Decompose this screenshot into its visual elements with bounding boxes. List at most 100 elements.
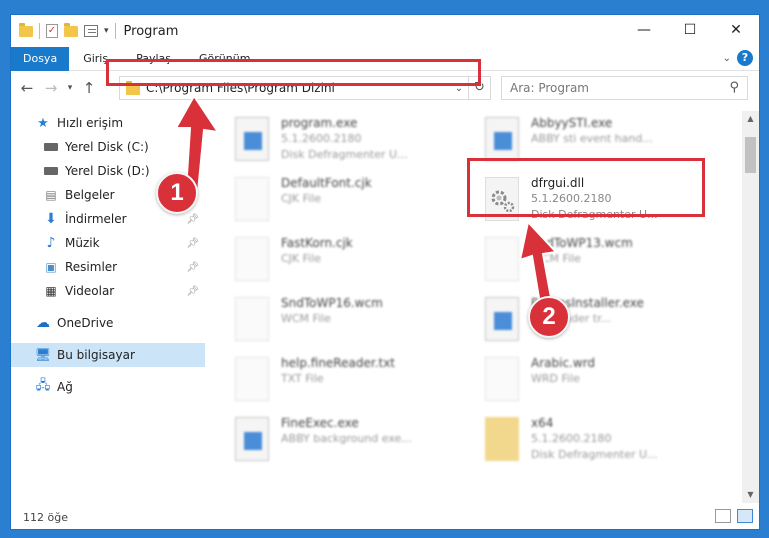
file-detail: ABBY background exe... (281, 432, 412, 445)
step-badge-1: 1 (156, 172, 198, 214)
sidebar-item-onedrive[interactable]: ☁ OneDrive (11, 311, 205, 335)
window-title: Program (123, 23, 179, 39)
forward-arrow-icon[interactable]: → (39, 79, 63, 97)
file-item[interactable]: SndToWP16.wcm WCM File (235, 293, 485, 349)
file-detail: TXT File (281, 372, 324, 385)
close-button[interactable]: ✕ (713, 15, 759, 45)
file-icon (235, 237, 269, 281)
file-detail: CJK File (281, 252, 322, 265)
file-name: Arabic.wrd (531, 356, 596, 370)
file-name: DefaultFont.cjk (281, 176, 372, 190)
drive-icon (43, 163, 59, 179)
sidebar-item-videos[interactable]: ▦ Videolar 📌︎ (11, 279, 205, 303)
status-bar: 112 öğe (11, 505, 759, 529)
file-detail: WRD File (531, 372, 580, 385)
search-input[interactable]: Ara: Program ⚲ (501, 76, 748, 100)
file-icon (485, 357, 519, 401)
documents-icon: ▤ (45, 188, 57, 202)
file-item[interactable]: DefaultFont.cjk CJK File (235, 173, 485, 229)
pin-icon[interactable]: 📌︎ (186, 214, 199, 225)
scroll-up-icon[interactable]: ▲ (742, 111, 759, 127)
sidebar-item-label: Yerel Disk (D:) (65, 164, 150, 178)
explorer-window: ✓ ▾ Program — ☐ ✕ Dosya Giriş Paylaş Gör… (10, 14, 760, 530)
sidebar-item-label: Videolar (65, 284, 115, 298)
title-bar: ✓ ▾ Program — ☐ ✕ (11, 15, 759, 47)
file-name: FastKorn.cjk (281, 236, 353, 250)
quick-access-toolbar: ✓ ▾ (11, 22, 116, 39)
window-controls: — ☐ ✕ (621, 15, 759, 45)
sidebar-item-pictures[interactable]: ▣ Resimler 📌︎ (11, 255, 205, 279)
pin-icon[interactable]: 📌︎ (186, 286, 199, 297)
sidebar-item-label: Bu bilgisayar (57, 348, 135, 362)
file-name: FineExec.exe (281, 416, 359, 430)
sidebar-item-label: Hızlı erişim (57, 116, 124, 130)
minimize-button[interactable]: — (621, 15, 667, 45)
search-icon[interactable]: ⚲ (729, 80, 739, 95)
file-icon (235, 117, 269, 161)
file-item[interactable]: FastKorn.cjk CJK File (235, 233, 485, 289)
divider (114, 23, 116, 39)
divider (39, 23, 40, 39)
file-detail: CJK File (281, 192, 322, 205)
search-placeholder: Ara: Program (510, 81, 589, 95)
folder-icon (19, 22, 33, 37)
drive-icon (43, 139, 59, 155)
star-icon: ★ (37, 115, 49, 131)
view-buttons (715, 509, 753, 523)
up-arrow-icon[interactable]: ↑ (77, 79, 101, 97)
file-icon (485, 117, 519, 161)
file-name: program.exe (281, 116, 358, 130)
file-icon (235, 177, 269, 221)
help-icon[interactable]: ? (737, 50, 753, 66)
sidebar-item-label: İndirmeler (65, 212, 127, 226)
computer-icon: 🖥︎ (34, 347, 52, 363)
sidebar-item-label: Yerel Disk (C:) (65, 140, 149, 154)
sidebar-item-network[interactable]: 🖧︎ Ağ (11, 375, 205, 399)
cloud-icon: ☁ (36, 315, 50, 331)
tab-file[interactable]: Dosya (11, 46, 70, 71)
new-folder-icon[interactable] (64, 22, 78, 37)
file-detail: 5.1.2600.2180 (531, 432, 612, 445)
expand-ribbon-chevron-icon[interactable]: ⌄ (723, 53, 731, 64)
sidebar-item-label: Müzik (65, 236, 100, 250)
music-icon: ♪ (46, 235, 56, 251)
scroll-down-icon[interactable]: ▼ (742, 487, 759, 503)
sidebar-item-this-pc[interactable]: 🖥︎ Bu bilgisayar (11, 343, 205, 367)
folder-icon (485, 417, 519, 461)
file-item[interactable]: program.exe 5.1.2600.2180 Disk Defragmente… (235, 113, 485, 169)
pin-icon[interactable]: 📌︎ (186, 262, 199, 273)
folder-item[interactable]: x64 5.1.2600.2180 Disk Defragmenter U... (485, 413, 735, 469)
customize-toolbar-chevron-icon[interactable]: ▾ (104, 26, 109, 36)
network-icon: 🖧︎ (35, 378, 51, 393)
file-detail: Disk Defragmenter U... (281, 148, 408, 161)
file-item[interactable]: help.fineReader.txt TXT File (235, 353, 485, 409)
file-icon (235, 417, 269, 461)
file-detail: ABBY sti event hand... (531, 132, 653, 145)
file-icon (235, 297, 269, 341)
sidebar-item-label: Ağ (57, 380, 73, 394)
file-name: help.fineReader.txt (281, 356, 395, 370)
sidebar-item-music[interactable]: ♪ Müzik 📌︎ (11, 231, 205, 255)
scrollbar-thumb[interactable] (745, 137, 756, 173)
large-icons-view-icon[interactable] (737, 509, 753, 523)
sidebar-item-label: Resimler (65, 260, 118, 274)
file-item[interactable]: FineExec.exe ABBY background exe... (235, 413, 485, 469)
file-name: x64 (531, 416, 554, 430)
maximize-button[interactable]: ☐ (667, 15, 713, 45)
file-name: AbbyySTI.exe (531, 116, 613, 130)
properties-check-icon[interactable]: ✓ (46, 24, 58, 38)
file-detail: Disk Defragmenter U... (531, 448, 658, 461)
download-icon: ⬇ (45, 211, 57, 227)
pictures-icon: ▣ (45, 260, 57, 274)
file-item[interactable]: Arabic.wrd WRD File (485, 353, 735, 409)
address-bar-highlight (106, 59, 481, 86)
file-name: SndToWP16.wcm (281, 296, 383, 310)
properties-list-icon[interactable] (84, 25, 98, 37)
back-arrow-icon[interactable]: ← (15, 79, 39, 97)
file-icon (235, 357, 269, 401)
file-detail: WCM File (281, 312, 331, 325)
vertical-scrollbar[interactable]: ▲ ▼ (742, 111, 759, 503)
pin-icon[interactable]: 📌︎ (186, 238, 199, 249)
details-view-icon[interactable] (715, 509, 731, 523)
recent-locations-chevron-icon[interactable]: ▾ (63, 83, 77, 93)
